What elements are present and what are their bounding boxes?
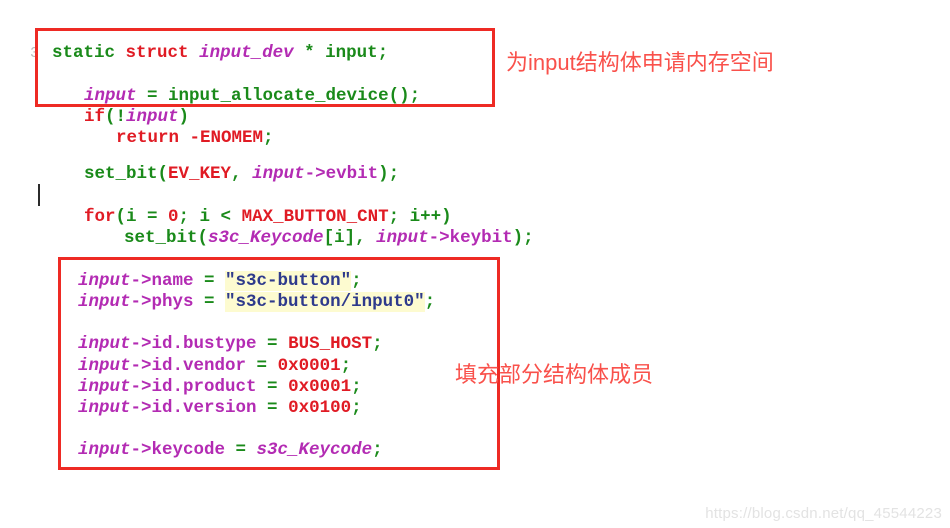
code-line: for(i = 0; i < MAX_BUTTON_CNT; i++) — [84, 207, 452, 229]
code-token: if — [84, 107, 106, 127]
code-token: input — [376, 228, 429, 248]
watermark: https://blog.csdn.net/qq_45544223 — [705, 505, 942, 522]
code-token: MAX_BUTTON_CNT — [241, 207, 389, 227]
code-token: ( — [157, 164, 169, 184]
code-token: ); — [512, 228, 534, 248]
code-line: set_bit(EV_KEY, input->evbit); — [84, 164, 399, 186]
code-token: ) — [178, 107, 190, 127]
code-token: set_bit — [84, 164, 158, 184]
code-token: set_bit — [124, 228, 198, 248]
code-token: for — [84, 207, 116, 227]
annotation-label-allocate: 为input结构体申请内存空间 — [506, 50, 774, 75]
code-line: return -ENOMEM; — [116, 128, 274, 150]
code-token: EV_KEY — [168, 164, 232, 184]
slide-canvas: 3 static struct input_dev * input; input … — [0, 0, 950, 528]
code-token: (! — [105, 107, 127, 127]
code-token: ); — [378, 164, 400, 184]
code-line: set_bit(s3c_Keycode[i], input->keybit); — [124, 228, 534, 250]
code-token: s3c_Keycode — [208, 228, 324, 248]
code-line: if(!input) — [84, 107, 189, 129]
code-token: ; i < — [178, 207, 242, 227]
code-token: ->keybit — [428, 228, 513, 248]
code-token: return — [116, 128, 180, 148]
code-token: (i = — [115, 207, 169, 227]
code-token: input — [126, 107, 179, 127]
annotation-box-struct-members — [58, 257, 500, 470]
annotation-box-allocate — [35, 28, 495, 107]
code-token: ; — [263, 128, 274, 148]
code-token: , — [231, 164, 253, 184]
code-token: [i], — [323, 228, 377, 248]
code-token: ( — [197, 228, 209, 248]
code-token: ; i++) — [388, 207, 452, 227]
code-token: 0 — [168, 207, 179, 227]
code-token: input — [252, 164, 305, 184]
code-token: ->evbit — [304, 164, 379, 184]
code-token: -ENOMEM — [189, 128, 264, 148]
text-caret — [38, 184, 40, 206]
annotation-label-struct-members: 填充部分结构体成员 — [455, 362, 654, 387]
